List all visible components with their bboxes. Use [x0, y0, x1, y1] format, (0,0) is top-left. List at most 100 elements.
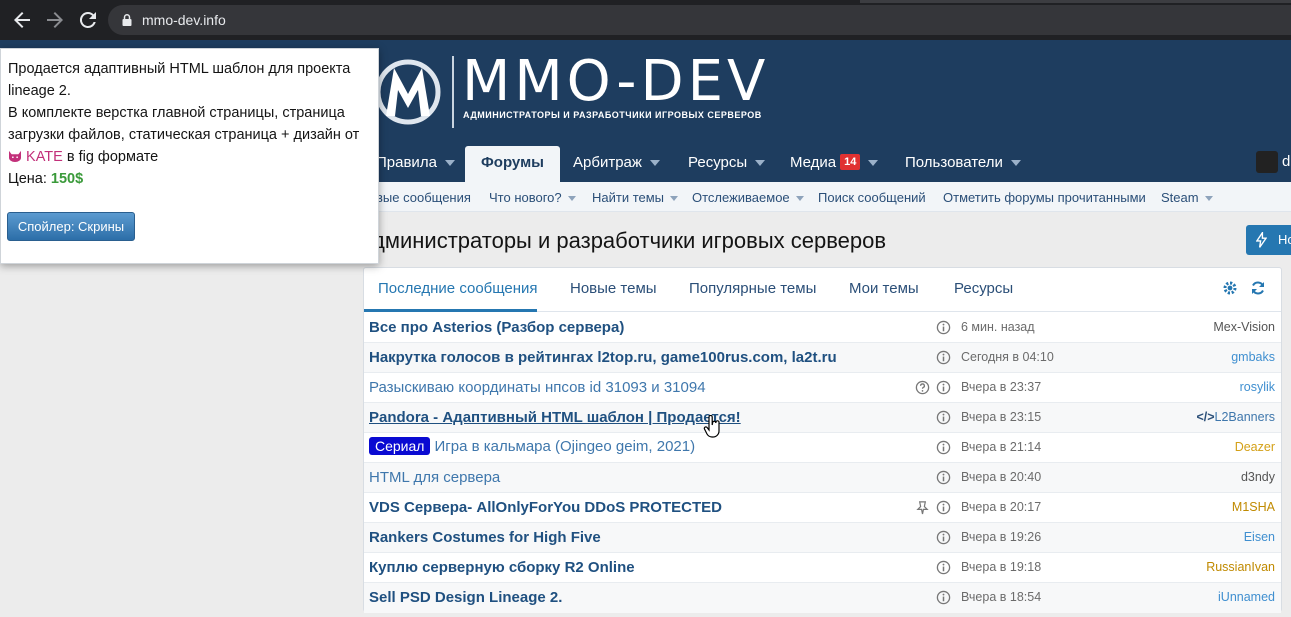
username-initial[interactable]: d — [1282, 153, 1290, 170]
nav-members[interactable]: Пользователи — [905, 146, 1021, 182]
refresh-icon[interactable] — [1250, 280, 1266, 296]
info-icon[interactable] — [936, 410, 951, 425]
thread-title[interactable]: Игра в кальмара (Ojingeo geim, 2021) — [434, 438, 695, 455]
subnav-mark-read[interactable]: Отметить форумы прочитанными — [943, 190, 1146, 205]
thread-time[interactable]: Вчера в 19:26 — [961, 530, 1041, 544]
thread-row[interactable]: Все про Asterios (Разбор сервера) 6 мин.… — [364, 313, 1281, 343]
thread-row[interactable]: Rankers Costumes for High Five Вчера в 1… — [364, 523, 1281, 553]
caret-down-icon[interactable] — [1010, 160, 1021, 167]
caret-down-icon[interactable] — [868, 160, 879, 167]
user-avatar[interactable] — [1256, 151, 1278, 173]
caret-down-icon[interactable] — [567, 196, 576, 202]
thread-user[interactable]: </>L2Banners — [1196, 410, 1275, 424]
nav-rules[interactable]: Правила — [376, 146, 455, 182]
thread-user[interactable]: RussianIvan — [1206, 560, 1275, 574]
caret-down-icon[interactable] — [755, 160, 766, 167]
spoiler-button[interactable]: Спойлер: Скрины — [7, 212, 135, 241]
thread-title[interactable]: Куплю серверную сборку R2 Online — [369, 559, 635, 576]
tab-new-threads[interactable]: Новые темы — [570, 280, 657, 297]
thread-row[interactable]: Куплю серверную сборку R2 Online Вчера в… — [364, 553, 1281, 583]
thread-user[interactable]: gmbaks — [1231, 350, 1275, 364]
thread-user[interactable]: Mex-Vision — [1213, 320, 1275, 334]
subnav-label: Steam — [1161, 190, 1199, 205]
back-button[interactable] — [10, 8, 34, 32]
thread-time[interactable]: Вчера в 21:14 — [961, 440, 1041, 454]
nav-resources[interactable]: Ресурсы — [688, 146, 766, 182]
thread-time[interactable]: Сегодня в 04:10 — [961, 350, 1054, 364]
latest-threads-block: Последние сообщения Новые темы Популярны… — [363, 267, 1282, 613]
gear-icon[interactable] — [1222, 280, 1238, 296]
subnav-find-threads[interactable]: Найти темы — [592, 190, 679, 205]
thread-title[interactable]: Pandora - Адаптивный HTML шаблон | Прода… — [369, 409, 741, 426]
pin-icon — [916, 501, 929, 515]
thread-time[interactable]: Вчера в 18:54 — [961, 590, 1041, 604]
thread-time[interactable]: Вчера в 20:17 — [961, 500, 1041, 514]
thread-row[interactable]: Pandora - Адаптивный HTML шаблон | Прода… — [364, 403, 1281, 433]
thread-row[interactable]: VDS Сервера- AllOnlyForYou DDoS PROTECTE… — [364, 493, 1281, 523]
caret-down-icon[interactable] — [444, 160, 455, 167]
thread-user[interactable]: M1SHA — [1232, 500, 1275, 514]
info-icon[interactable] — [936, 320, 951, 335]
subnav-watched[interactable]: Отслеживаемое — [692, 190, 804, 205]
thread-time[interactable]: Вчера в 19:18 — [961, 560, 1041, 574]
tab-resources[interactable]: Ресурсы — [954, 280, 1013, 297]
address-bar[interactable]: mmo-dev.info — [108, 5, 1291, 35]
caret-down-icon[interactable] — [795, 196, 804, 202]
info-icon[interactable] — [936, 500, 951, 515]
preview-price-line: Цена: 150$ — [8, 168, 368, 190]
thread-title[interactable]: Rankers Costumes for High Five — [369, 529, 601, 546]
subnav-whats-new[interactable]: Что нового? — [489, 190, 576, 205]
info-icon[interactable] — [936, 530, 951, 545]
thread-title[interactable]: Разыскиваю координаты нпсов id 31093 и 3… — [369, 379, 706, 396]
site-logo-text[interactable]: MMO-DEV — [462, 54, 769, 110]
thread-time[interactable]: Вчера в 20:40 — [961, 470, 1041, 484]
thread-time[interactable]: 6 мин. назад — [961, 320, 1035, 334]
author-mention[interactable]: KATE — [26, 149, 63, 165]
reload-button[interactable] — [76, 8, 100, 32]
nav-forums[interactable]: Форумы — [465, 146, 560, 182]
active-tab-indicator — [364, 309, 537, 312]
thread-row[interactable]: Sell PSD Design Lineage 2. Вчера в 18:54… — [364, 583, 1281, 613]
thread-title[interactable]: Sell PSD Design Lineage 2. — [369, 589, 562, 606]
tab-latest-posts[interactable]: Последние сообщения — [378, 280, 538, 297]
thread-title[interactable]: VDS Сервера- AllOnlyForYou DDoS PROTECTE… — [369, 499, 722, 516]
info-icon[interactable] — [936, 560, 951, 575]
nav-arbitration[interactable]: Арбитраж — [573, 146, 660, 182]
thread-title[interactable]: Все про Asterios (Разбор сервера) — [369, 319, 624, 336]
thread-user[interactable]: Eisen — [1244, 530, 1275, 544]
new-post-button[interactable]: Но — [1246, 225, 1291, 255]
page-title: дминистраторы и разработчики игровых сер… — [372, 228, 887, 253]
thread-user[interactable]: d3ndy — [1241, 470, 1275, 484]
info-icon[interactable] — [936, 440, 951, 455]
caret-down-icon[interactable] — [649, 160, 660, 167]
info-icon[interactable] — [936, 380, 951, 395]
thread-row[interactable]: Накрутка голосов в рейтингах l2top.ru, g… — [364, 343, 1281, 373]
thread-prefix-badge[interactable]: Сериал — [369, 437, 431, 455]
thread-time[interactable]: Вчера в 23:37 — [961, 380, 1041, 394]
thread-title-wrap[interactable]: Сериал Игра в кальмара (Ojingeo geim, 202… — [369, 437, 695, 455]
tab-my-threads[interactable]: Мои темы — [849, 280, 919, 297]
mmo-dev-logo-icon[interactable] — [376, 50, 446, 130]
thread-row[interactable]: Сериал Игра в кальмара (Ojingeo geim, 202… — [364, 433, 1281, 463]
thread-user[interactable]: Deazer — [1235, 440, 1275, 454]
info-icon[interactable] — [936, 350, 951, 365]
nav-label: Правила — [376, 154, 437, 171]
info-icon[interactable] — [936, 590, 951, 605]
nav-media[interactable]: Медиа 14 — [790, 146, 879, 182]
thread-title[interactable]: HTML для сервера — [369, 469, 500, 486]
preview-line: KATE в fig формате — [8, 146, 368, 168]
subnav-search-posts[interactable]: Поиск сообщений — [818, 190, 926, 205]
thread-row[interactable]: Разыскиваю координаты нпсов id 31093 и 3… — [364, 373, 1281, 403]
subnav-new-posts[interactable]: вые сообщения — [376, 190, 471, 205]
thread-title[interactable]: Накрутка голосов в рейтингах l2top.ru, g… — [369, 349, 837, 366]
caret-down-icon[interactable] — [670, 196, 679, 202]
thread-user[interactable]: iUnnamed — [1218, 590, 1275, 604]
forward-button[interactable] — [43, 8, 67, 32]
subnav-steam[interactable]: Steam — [1161, 190, 1213, 205]
thread-user[interactable]: rosylik — [1240, 380, 1275, 394]
caret-down-icon[interactable] — [1204, 196, 1213, 202]
info-icon[interactable] — [936, 470, 951, 485]
thread-row[interactable]: HTML для сервера Вчера в 20:40 d3ndy — [364, 463, 1281, 493]
tab-popular-threads[interactable]: Популярные темы — [689, 280, 816, 297]
thread-time[interactable]: Вчера в 23:15 — [961, 410, 1041, 424]
